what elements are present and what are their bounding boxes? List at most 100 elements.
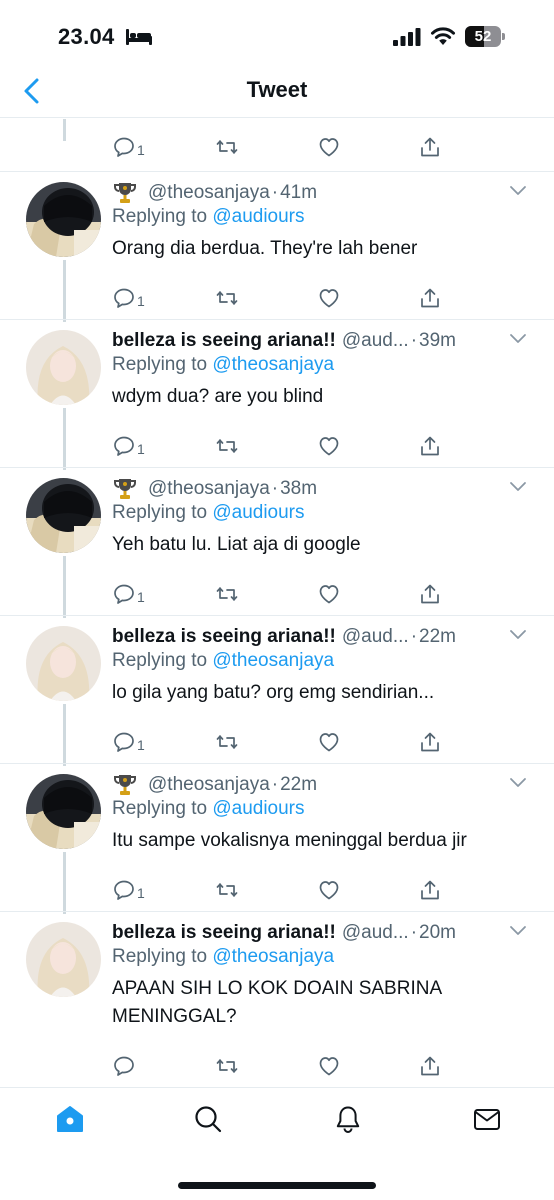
avatar[interactable] — [26, 922, 101, 997]
share-button[interactable] — [418, 876, 442, 904]
tweet-reply[interactable]: belleza is seeing ariana!! @aud... · 20m… — [0, 911, 554, 1076]
reply-button[interactable] — [112, 1052, 137, 1080]
timestamp: 22m — [280, 774, 318, 795]
replying-to-handle[interactable]: @theosanjaya — [212, 354, 334, 375]
retweet-button[interactable] — [215, 133, 239, 161]
tweet-reply[interactable]: belleza is seeing ariana!! @aud... · 39m… — [0, 319, 554, 470]
reply-button[interactable]: 1 — [112, 580, 145, 608]
timestamp: 22m — [419, 626, 456, 647]
retweet-button[interactable] — [215, 284, 239, 312]
chevron-down-icon[interactable] — [508, 628, 528, 642]
tweet-header: belleza is seeing ariana!! @aud... · 20m — [112, 920, 456, 946]
share-icon — [421, 584, 439, 604]
display-name[interactable]: belleza is seeing ariana!! — [112, 922, 336, 944]
replying-to-handle[interactable]: @audiours — [212, 798, 304, 819]
reply-count: 1 — [137, 441, 145, 457]
avatar[interactable] — [26, 478, 101, 553]
status-bar: 23.04 52 — [0, 0, 554, 70]
reply-button[interactable]: 1 — [112, 133, 145, 161]
tweet-text: wdym dua? are you blind — [112, 386, 324, 407]
tweet-text: Yeh batu lu. Liat aja di google — [112, 534, 361, 555]
replying-to-label: Replying to — [112, 206, 213, 227]
home-icon[interactable] — [55, 1104, 85, 1134]
bed-icon — [126, 29, 152, 45]
share-button[interactable] — [418, 1052, 442, 1080]
display-name[interactable]: belleza is seeing ariana!! — [112, 330, 336, 352]
separator-dot: · — [271, 182, 279, 203]
heart-icon — [319, 881, 339, 900]
reply-icon — [114, 584, 134, 604]
reply-button[interactable]: 1 — [112, 284, 145, 312]
reply-count: 1 — [137, 885, 145, 901]
search-icon[interactable] — [193, 1104, 223, 1134]
retweet-button[interactable] — [215, 876, 239, 904]
chevron-down-icon[interactable] — [508, 332, 528, 346]
reply-icon — [114, 137, 134, 157]
share-button[interactable] — [418, 580, 442, 608]
like-button[interactable] — [317, 580, 341, 608]
avatar[interactable] — [26, 182, 101, 257]
user-handle[interactable]: @theosanjaya — [148, 478, 270, 500]
user-handle[interactable]: @aud... — [342, 330, 409, 352]
user-handle[interactable]: @theosanjaya — [148, 774, 270, 796]
timestamp: 39m — [419, 330, 456, 351]
replying-to-label: Replying to — [112, 650, 213, 671]
user-handle[interactable]: @theosanjaya — [148, 182, 270, 204]
tweet-reply[interactable]: @theosanjaya · 22m Replying to @audiours… — [0, 763, 554, 914]
reply-icon — [114, 288, 134, 308]
replying-to: Replying to @theosanjaya — [112, 650, 334, 672]
retweet-icon — [216, 439, 238, 453]
tweet-reply[interactable]: @theosanjaya · 38m Replying to @audiours… — [0, 467, 554, 618]
display-name[interactable]: belleza is seeing ariana!! — [112, 626, 336, 648]
chevron-down-icon[interactable] — [508, 776, 528, 790]
reply-button[interactable]: 1 — [112, 876, 145, 904]
reply-button[interactable]: 1 — [112, 728, 145, 756]
retweet-icon — [216, 883, 238, 897]
tweet-reply[interactable]: belleza is seeing ariana!! @aud... · 22m… — [0, 615, 554, 766]
like-button[interactable] — [317, 133, 341, 161]
replying-to: Replying to @audiours — [112, 206, 305, 228]
share-button[interactable] — [418, 728, 442, 756]
user-handle[interactable]: @aud... — [342, 626, 409, 648]
like-button[interactable] — [317, 1052, 341, 1080]
bell-icon[interactable] — [333, 1104, 363, 1134]
chevron-down-icon[interactable] — [508, 480, 528, 494]
share-button[interactable] — [418, 284, 442, 312]
replying-to: Replying to @audiours — [112, 502, 305, 524]
retweet-button[interactable] — [215, 580, 239, 608]
separator-dot: · — [271, 478, 279, 499]
retweet-icon — [216, 291, 238, 305]
tweet-reply[interactable]: @theosanjaya · 41m Replying to @audiours… — [0, 171, 554, 322]
share-icon — [421, 1056, 439, 1076]
reply-button[interactable]: 1 — [112, 432, 145, 460]
replying-to-handle[interactable]: @audiours — [212, 502, 304, 523]
reply-count: 1 — [137, 142, 145, 158]
avatar[interactable] — [26, 774, 101, 849]
share-button[interactable] — [418, 133, 442, 161]
heart-icon — [319, 289, 339, 308]
like-button[interactable] — [317, 728, 341, 756]
like-button[interactable] — [317, 284, 341, 312]
share-button[interactable] — [418, 432, 442, 460]
like-button[interactable] — [317, 432, 341, 460]
reply-icon — [114, 1056, 134, 1076]
replying-to-handle[interactable]: @theosanjaya — [212, 946, 334, 967]
heart-icon — [319, 138, 339, 157]
action-row: 1 — [112, 876, 442, 904]
replying-to-handle[interactable]: @theosanjaya — [212, 650, 334, 671]
retweet-icon — [216, 735, 238, 749]
avatar[interactable] — [26, 626, 101, 701]
heart-icon — [319, 1057, 339, 1076]
user-handle[interactable]: @aud... — [342, 922, 409, 944]
replying-to-label: Replying to — [112, 502, 213, 523]
timestamp: 38m — [280, 478, 318, 499]
replying-to-handle[interactable]: @audiours — [212, 206, 304, 227]
retweet-button[interactable] — [215, 432, 239, 460]
chevron-down-icon[interactable] — [508, 184, 528, 198]
avatar[interactable] — [26, 330, 101, 405]
like-button[interactable] — [317, 876, 341, 904]
retweet-button[interactable] — [215, 1052, 239, 1080]
retweet-button[interactable] — [215, 728, 239, 756]
chevron-down-icon[interactable] — [508, 924, 528, 938]
mail-icon[interactable] — [472, 1104, 502, 1134]
